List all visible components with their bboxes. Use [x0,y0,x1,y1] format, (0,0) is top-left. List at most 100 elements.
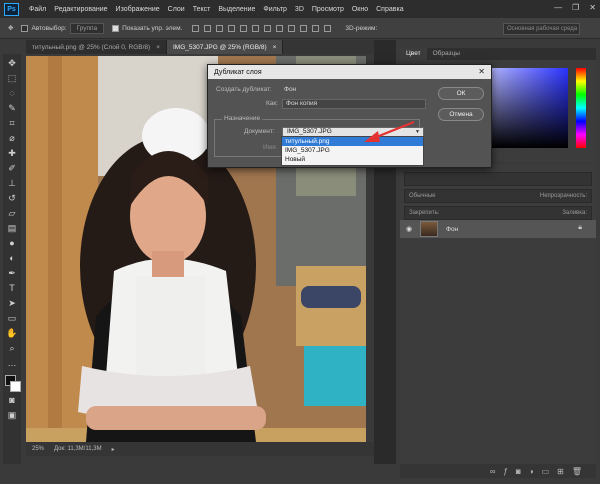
distribute-left-icon[interactable] [300,24,308,32]
show-controls-checkbox[interactable] [112,24,120,32]
autoselect-checkbox[interactable] [21,24,29,32]
hand-icon[interactable]: ✋ [6,327,18,339]
distribute-bottom-icon[interactable] [288,24,296,32]
distribute-top-icon[interactable] [264,24,272,32]
dodge-icon[interactable]: ◐ [6,252,18,264]
tab-close-icon[interactable]: × [273,44,277,51]
menu-window[interactable]: Окно [348,6,372,13]
more-tools-icon[interactable]: … [6,357,18,369]
menu-3d[interactable]: 3D [291,6,308,13]
align-bottom-icon[interactable] [216,24,224,32]
visibility-eye-icon[interactable]: ◉ [404,225,414,233]
duplicate-value: Фон [284,86,297,93]
link-layers-icon[interactable]: ∞ [490,467,496,476]
show-controls-label: Показать упр. элем. [122,24,183,32]
clone-stamp-icon[interactable]: ⊥ [6,177,18,189]
layers-panel: Обычные Непрозрачность: Закрепить: Залив… [400,164,596,464]
status-menu-arrow-icon[interactable]: ▸ [112,446,115,453]
dialog-close-icon[interactable]: ✕ [478,67,485,76]
eyedropper-icon[interactable]: ⌀ [6,132,18,144]
document-label: Документ: [244,128,275,135]
distribute-right-icon[interactable] [324,24,332,32]
tab-swatches[interactable]: Образцы [427,48,466,60]
type-icon[interactable]: T [6,282,18,294]
restore-button[interactable]: ❐ [572,3,579,12]
dialog-title: Дубликат слоя [214,68,262,76]
ok-button[interactable]: ОК [438,87,484,100]
tab-close-icon[interactable]: × [156,44,160,51]
zoom-level[interactable]: 25% [32,446,44,452]
adjustment-layer-icon[interactable]: ◑ [529,467,534,476]
move-icon[interactable]: ✥ [6,57,18,69]
blend-mode-select[interactable]: Обычные [409,190,436,202]
tab-color[interactable]: Цвет [400,48,427,60]
blend-row: Обычные Непрозрачность: [404,189,592,203]
healing-brush-icon[interactable]: ✚ [6,147,18,159]
document-tabs: титульный.png @ 25% (Слой 0, RGB/8) × IM… [26,40,374,54]
background-color[interactable] [10,381,21,392]
marquee-icon[interactable]: ⬚ [6,72,18,84]
document-select-value: IMG_5307.JPG [287,128,332,135]
move-tool-icon[interactable]: ✥ [8,24,13,32]
align-right-icon[interactable] [252,24,260,32]
align-center-icon[interactable] [240,24,248,32]
mode-3d-label: 3D-режим: [345,24,378,32]
minimize-button[interactable]: — [554,3,562,12]
color-swatches[interactable] [5,375,21,392]
menu-layers[interactable]: Слои [164,6,189,13]
quick-mask-icon[interactable]: ◙ [6,394,18,406]
path-select-icon[interactable]: ➤ [6,297,18,309]
duplicate-label: Создать дубликат: [216,86,272,93]
align-left-icon[interactable] [228,24,236,32]
autoselect-select[interactable]: Группа [69,22,105,34]
add-mask-icon[interactable]: ◙ [516,467,521,476]
distribute-middle-icon[interactable] [276,24,284,32]
align-top-icon[interactable] [192,24,200,32]
photoshop-logo: Ps [4,2,19,16]
layer-name: Фон [446,225,459,233]
layer-row-fon[interactable]: ◉ Фон 🔒︎ [400,220,596,238]
align-buttons [192,24,332,32]
new-layer-icon[interactable]: ⊞ [557,467,564,476]
rectangle-icon[interactable]: ▭ [6,312,18,324]
menu-view[interactable]: Просмотр [308,6,348,13]
lasso-icon[interactable]: ◌ [6,87,18,99]
zoom-icon[interactable]: ⌕ [6,342,18,354]
close-window-button[interactable]: ✕ [589,3,596,12]
tab-img5307[interactable]: IMG_5307.JPG @ 25% (RGB/8) × [166,40,284,54]
gradient-icon[interactable]: ▤ [6,222,18,234]
layer-filter[interactable] [404,172,592,186]
pen-icon[interactable]: ✒ [6,267,18,279]
menu-file[interactable]: Файл [25,6,50,13]
blur-icon[interactable]: ● [6,237,18,249]
new-group-icon[interactable]: ▭ [542,467,550,476]
workspace-select[interactable]: Основная рабочая среда [503,23,580,35]
history-brush-icon[interactable]: ↺ [6,192,18,204]
menu-image[interactable]: Изображение [112,6,164,13]
tab-titulny[interactable]: титульный.png @ 25% (Слой 0, RGB/8) × [26,40,167,54]
layers-footer: ∞ ƒ ◙ ◑ ▭ ⊞ 🗑︎ [400,464,596,478]
lock-row: Закрепить: Заливка: [404,206,592,220]
menu-help[interactable]: Справка [372,6,407,13]
distribute-center-icon[interactable] [312,24,320,32]
screen-mode-icon[interactable]: ▣ [6,409,18,421]
brush-icon[interactable]: ✐ [6,162,18,174]
eraser-icon[interactable]: ▱ [6,207,18,219]
menu-select[interactable]: Выделение [214,6,259,13]
dropdown-item-new[interactable]: Новый [282,155,423,164]
tools-panel: ✥ ⬚ ◌ ✎ ⌗ ⌀ ✚ ✐ ⊥ ↺ ▱ ▤ ● ◐ ✒ T ➤ ▭ ✋ ⌕ … [3,54,21,464]
menu-bar: Ps Файл Редактирование Изображение Слои … [0,0,600,18]
menu-type[interactable]: Текст [189,6,215,13]
crop-icon[interactable]: ⌗ [6,117,18,129]
as-value: Фон копия [286,100,318,107]
delete-layer-icon[interactable]: 🗑︎ [572,467,582,476]
menu-edit[interactable]: Редактирование [50,6,111,13]
as-label: Как: [266,100,279,107]
fx-icon[interactable]: ƒ [503,467,507,476]
hue-slider[interactable] [576,68,586,148]
doc-size-info: Док: 11,3M/11,3M [54,446,102,452]
menu-filter[interactable]: Фильтр [259,6,291,13]
cancel-button[interactable]: Отмена [438,108,484,121]
align-middle-icon[interactable] [204,24,212,32]
quick-select-icon[interactable]: ✎ [6,102,18,114]
